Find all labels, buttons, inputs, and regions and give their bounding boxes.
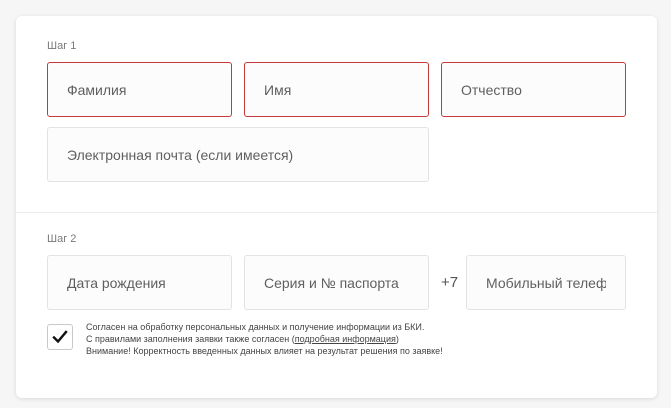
details-link[interactable]: подробная информация xyxy=(295,334,396,344)
checkmark-icon xyxy=(52,330,68,344)
phone-prefix: +7 xyxy=(441,274,459,291)
consent-line-2-text: С правилами заполнения заявки также согл… xyxy=(86,334,295,344)
consent-line-2-end: ) xyxy=(395,334,399,344)
passport-field[interactable] xyxy=(244,255,429,310)
consent-line-1: Согласен на обработку персональных данны… xyxy=(86,322,425,332)
application-form-card: Шаг 1 Шаг 2 +7 Согласен на обработку пер… xyxy=(16,16,657,398)
step-1-section: Шаг 1 xyxy=(16,16,657,212)
email-field[interactable] xyxy=(47,127,429,182)
surname-field[interactable] xyxy=(47,62,232,117)
first-name-field[interactable] xyxy=(244,62,429,117)
consent-text: Согласен на обработку персональных данны… xyxy=(86,321,443,357)
consent-checkbox[interactable] xyxy=(47,324,73,350)
step-2-section: Шаг 2 +7 Согласен на обработку персональ… xyxy=(16,213,657,398)
mobile-phone-field[interactable] xyxy=(466,255,626,310)
step-1-label: Шаг 1 xyxy=(47,40,77,52)
patronymic-field[interactable] xyxy=(441,62,626,117)
birthdate-field[interactable] xyxy=(47,255,232,310)
consent-line-2: С правилами заполнения заявки также согл… xyxy=(86,333,443,345)
step-2-label: Шаг 2 xyxy=(47,233,77,245)
consent-warning: Внимание! Корректность введенных данных … xyxy=(86,346,443,356)
